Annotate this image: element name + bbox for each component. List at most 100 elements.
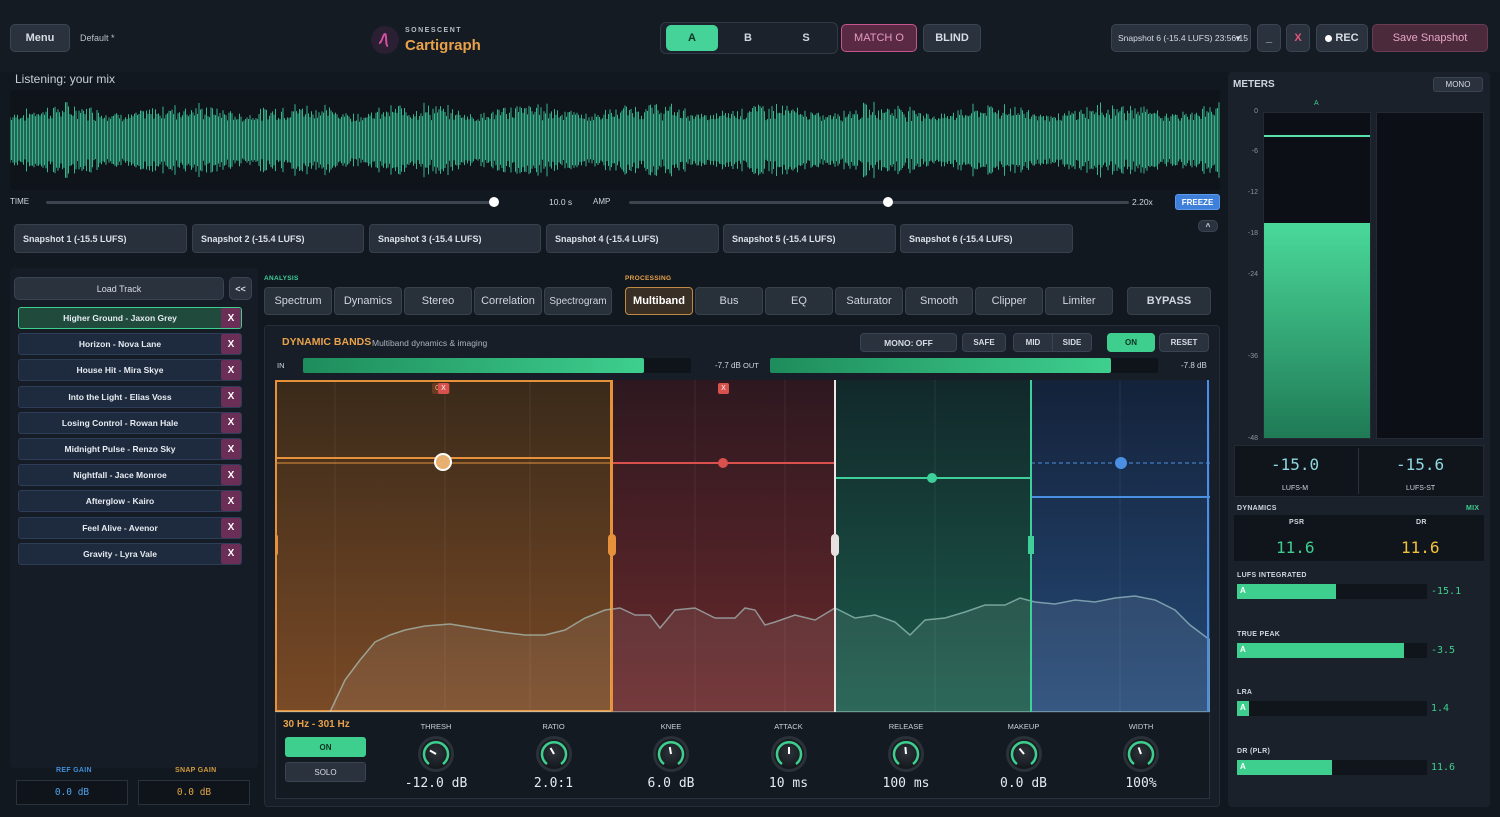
- snapshot-chip-5[interactable]: Snapshot 5 (-15.4 LUFS): [723, 224, 896, 253]
- menu-button[interactable]: Menu: [10, 24, 70, 52]
- record-dot-icon: [1325, 34, 1333, 42]
- tab-bus[interactable]: Bus: [695, 287, 763, 315]
- meters-mono-button[interactable]: MONO: [1433, 77, 1483, 92]
- snapshot-collapse-button[interactable]: ^: [1198, 220, 1218, 232]
- safe-button[interactable]: SAFE: [962, 333, 1006, 352]
- meter-row-value: -15.1: [1431, 586, 1462, 597]
- load-track-button[interactable]: Load Track: [14, 277, 224, 300]
- brand-small: SONESCENT: [405, 27, 463, 34]
- mono-toggle[interactable]: MONO: OFF: [860, 333, 957, 352]
- ref-gain-field[interactable]: 0.0 dB: [16, 780, 128, 805]
- tab-spectrum[interactable]: Spectrum: [264, 287, 332, 315]
- ab-a-button[interactable]: A: [666, 25, 718, 51]
- band-lowmid-remove-button[interactable]: X: [718, 383, 729, 394]
- remove-track-button[interactable]: X: [221, 412, 241, 433]
- knob-release[interactable]: [888, 736, 924, 772]
- rec-label: REC: [1335, 32, 1359, 44]
- remove-track-button[interactable]: X: [221, 517, 241, 538]
- snapshot-chip-2[interactable]: Snapshot 2 (-15.4 LUFS): [192, 224, 364, 253]
- remove-track-button[interactable]: X: [221, 439, 241, 459]
- tab-dynamics[interactable]: Dynamics: [334, 287, 402, 315]
- amp-slider-handle[interactable]: [883, 197, 893, 207]
- remove-track-button[interactable]: X: [221, 360, 241, 381]
- remove-track-button[interactable]: X: [221, 386, 241, 407]
- track-item[interactable]: Afterglow - Kairo X: [18, 490, 242, 513]
- snapshot-chip-3[interactable]: Snapshot 3 (-15.4 LUFS): [369, 224, 541, 253]
- remove-track-button[interactable]: X: [221, 543, 241, 564]
- track-item[interactable]: Gravity - Lyra Vale X: [18, 542, 242, 565]
- band-high-node[interactable]: [1115, 457, 1127, 469]
- crossover-handle-0[interactable]: [275, 534, 278, 556]
- knob-label: ATTACK: [774, 722, 803, 731]
- ab-b-button[interactable]: B: [722, 25, 774, 51]
- side-button[interactable]: SIDE: [1052, 333, 1092, 352]
- freeze-button[interactable]: FREEZE: [1175, 194, 1220, 210]
- time-slider-handle[interactable]: [489, 197, 499, 207]
- meter-scale-tick: -18: [1247, 230, 1258, 237]
- close-button[interactable]: X: [1286, 24, 1310, 52]
- remove-track-button[interactable]: X: [221, 491, 241, 512]
- collapse-library-button[interactable]: <<: [229, 277, 252, 300]
- knob-makeup[interactable]: [1005, 736, 1042, 772]
- track-item[interactable]: Higher Ground - Jaxon Grey X: [18, 307, 242, 329]
- band-lowmid-node[interactable]: [718, 458, 728, 468]
- tab-correlation[interactable]: Correlation: [474, 287, 542, 315]
- save-snapshot-button[interactable]: Save Snapshot: [1372, 24, 1488, 52]
- tab-saturator[interactable]: Saturator: [835, 287, 903, 315]
- knob-attack[interactable]: [770, 736, 807, 772]
- meter-row-label: DR (PLR): [1237, 747, 1271, 755]
- band-on-button[interactable]: ON: [285, 737, 366, 757]
- snapshot-chip-1[interactable]: Snapshot 1 (-15.5 LUFS): [14, 224, 187, 253]
- preset-label[interactable]: Default *: [80, 33, 115, 43]
- track-item[interactable]: House Hit - Mira Skye X: [18, 359, 242, 382]
- knob-width[interactable]: [1123, 736, 1159, 772]
- tab-spectrogram[interactable]: Spectrogram: [544, 287, 612, 315]
- remove-track-button[interactable]: X: [221, 465, 241, 486]
- reset-button[interactable]: RESET: [1159, 333, 1209, 352]
- waveform-view[interactable]: [9, 90, 1220, 190]
- mid-button[interactable]: MID: [1013, 333, 1053, 352]
- knob-value: 0.0 dB: [1000, 776, 1047, 791]
- knob-knee[interactable]: [653, 736, 689, 772]
- tab-clipper[interactable]: Clipper: [975, 287, 1043, 315]
- tab-eq[interactable]: EQ: [765, 287, 833, 315]
- ab-s-button[interactable]: S: [780, 25, 832, 51]
- band-solo-button[interactable]: SOLO: [285, 762, 366, 782]
- track-item[interactable]: Midnight Pulse - Renzo Sky X: [18, 438, 242, 460]
- track-item[interactable]: Nightfall - Jace Monroe X: [18, 464, 242, 487]
- bypass-button[interactable]: BYPASS: [1127, 287, 1211, 315]
- track-item[interactable]: Feel Alive - Avenor X: [18, 516, 242, 539]
- track-item[interactable]: Losing Control - Rowan Hale X: [18, 411, 242, 434]
- knob-ratio[interactable]: [535, 736, 572, 772]
- track-name: Gravity - Lyra Vale: [83, 548, 157, 559]
- band-display[interactable]: [275, 380, 1210, 712]
- crossover-handle-2[interactable]: [831, 534, 839, 556]
- meter-row-tag: A: [1240, 586, 1246, 595]
- remove-track-button[interactable]: X: [221, 334, 241, 355]
- rec-button[interactable]: REC: [1316, 24, 1368, 52]
- knob-thresh[interactable]: [418, 736, 454, 772]
- band-low-remove-button[interactable]: X: [438, 383, 449, 394]
- tab-smooth[interactable]: Smooth: [905, 287, 973, 315]
- band-highmid-node[interactable]: [927, 473, 937, 483]
- snapshot-chip-6[interactable]: Snapshot 6 (-15.4 LUFS): [900, 224, 1073, 253]
- snapshot-select[interactable]: Snapshot 6 (-15.4 LUFS) 23:56:15 ▼: [1111, 24, 1251, 52]
- crossover-handle-1[interactable]: [608, 534, 616, 556]
- snap-gain-field[interactable]: 0.0 dB: [138, 780, 250, 805]
- track-item[interactable]: Into the Light - Elias Voss X: [18, 385, 242, 408]
- band-low-node[interactable]: [434, 453, 452, 471]
- snapshot-chip-4[interactable]: Snapshot 4 (-15.4 LUFS): [546, 224, 719, 253]
- tab-limiter[interactable]: Limiter: [1045, 287, 1113, 315]
- minimize-button[interactable]: _: [1257, 24, 1281, 52]
- match-button[interactable]: MATCH O: [841, 24, 917, 52]
- time-slider-track[interactable]: [46, 201, 494, 204]
- track-item[interactable]: Horizon - Nova Lane X: [18, 333, 242, 356]
- bands-on-button[interactable]: ON: [1107, 333, 1155, 352]
- tab-multiband[interactable]: Multiband: [625, 287, 693, 315]
- crossover-handle-3[interactable]: [1028, 536, 1034, 554]
- amp-slider-track[interactable]: [629, 201, 1129, 204]
- remove-track-button[interactable]: X: [221, 308, 241, 328]
- meter-row-tag: A: [1240, 703, 1246, 712]
- tab-stereo[interactable]: Stereo: [404, 287, 472, 315]
- blind-button[interactable]: BLIND: [923, 24, 981, 52]
